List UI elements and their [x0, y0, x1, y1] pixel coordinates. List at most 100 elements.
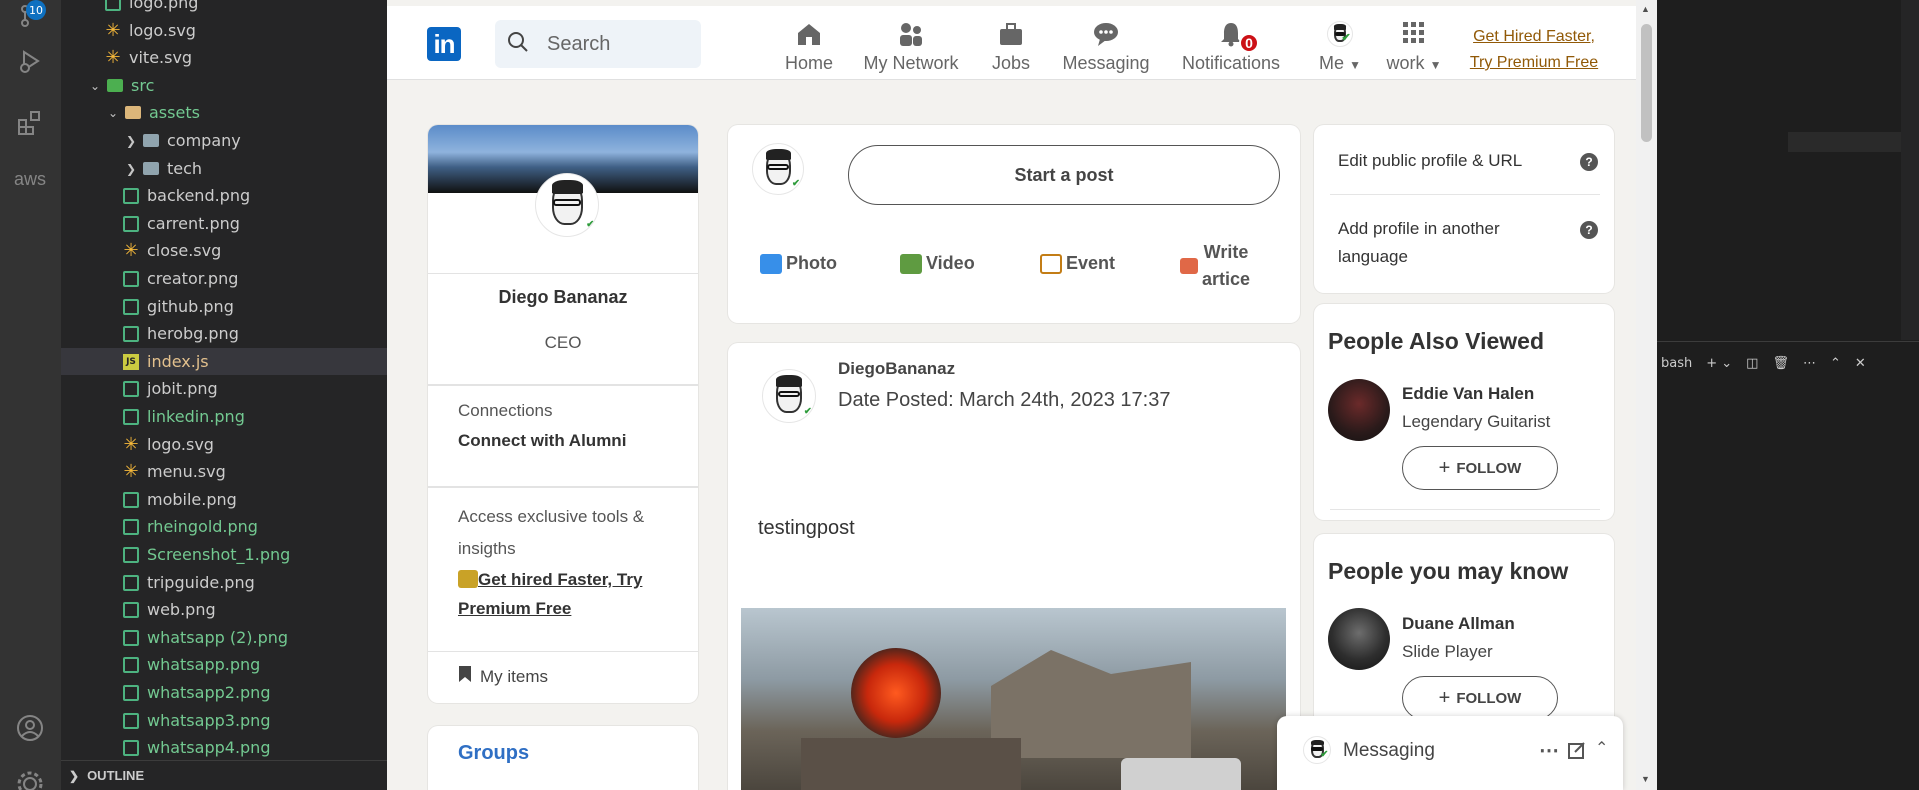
image-file-icon — [123, 629, 139, 646]
js-file-icon: JS — [123, 353, 139, 370]
linkedin-logo[interactable]: in — [427, 27, 461, 61]
file-item[interactable]: ✳ logo.svg — [61, 17, 387, 44]
premium-cta-link[interactable]: Get hired Faster, Try Premium Free — [458, 565, 683, 623]
file-item[interactable]: jobit.png — [61, 375, 387, 402]
edit-public-profile-link[interactable]: Edit public profile & URL — [1338, 151, 1522, 171]
follow-button[interactable]: + FOLLOW — [1402, 446, 1558, 490]
source-control-icon[interactable]: 10 — [14, 0, 46, 32]
file-item[interactable]: whatsapp4.png — [61, 734, 387, 761]
file-item[interactable]: whatsapp.png — [61, 651, 387, 678]
post-image[interactable] — [741, 608, 1286, 790]
file-item[interactable]: whatsapp (2).png — [61, 624, 387, 651]
nav-work[interactable]: work ▼ — [1379, 18, 1449, 74]
compose-icon[interactable] — [1567, 740, 1587, 765]
svg-file-icon: ✳ — [123, 239, 139, 261]
profile-avatar[interactable]: ✔ — [535, 173, 599, 237]
search-box[interactable] — [495, 20, 701, 68]
my-items-link[interactable]: My items — [458, 665, 548, 688]
write-article-button[interactable]: Write artice — [1180, 239, 1250, 293]
trash-icon[interactable]: 🗑 — [1772, 356, 1789, 371]
nav-home[interactable]: Home — [769, 18, 849, 74]
post-author-avatar[interactable]: ✔ — [762, 369, 816, 423]
add-profile-language-link[interactable]: Add profile in another language — [1338, 215, 1548, 271]
folder-item[interactable]: ⌄ assets — [61, 99, 387, 126]
file-item[interactable]: ✳ logo.svg — [61, 431, 387, 458]
file-item[interactable]: tripguide.png — [61, 569, 387, 596]
help-icon[interactable]: ? — [1580, 153, 1598, 171]
nav-messaging[interactable]: Messaging — [1051, 18, 1161, 74]
tree-item-label: Screenshot_1.png — [147, 545, 291, 564]
scroll-up-arrow-icon[interactable]: ▲ — [1641, 4, 1650, 14]
nav-notifications[interactable]: Notifications — [1171, 18, 1291, 74]
pav-person-name[interactable]: Eddie Van Halen — [1402, 384, 1534, 404]
more-options-icon[interactable]: ⋯ — [1539, 738, 1559, 763]
more-actions-icon[interactable]: ⋯ — [1803, 356, 1816, 371]
groups-link[interactable]: Groups — [458, 742, 529, 765]
duane-allman-photo[interactable] — [1328, 608, 1390, 670]
file-item[interactable]: mobile.png — [61, 486, 387, 513]
file-item[interactable]: rheingold.png — [61, 513, 387, 540]
aws-icon[interactable]: aws — [14, 163, 46, 195]
file-item[interactable]: linkedin.png — [61, 403, 387, 430]
settings-gear-icon[interactable] — [14, 768, 46, 790]
file-item[interactable]: ✳ menu.svg — [61, 458, 387, 485]
caret-down-icon: ▼ — [1429, 58, 1442, 72]
chevron-up-icon[interactable]: ⌃ — [1595, 738, 1608, 758]
source-control-badge: 10 — [26, 0, 46, 20]
folder-icon — [143, 162, 159, 175]
editor-minimap[interactable] — [1901, 0, 1919, 340]
nav-me[interactable]: ✔ Me ▼ — [1307, 18, 1373, 74]
maximize-panel-icon[interactable]: ⌃ — [1830, 356, 1841, 371]
nav-jobs[interactable]: Jobs — [981, 18, 1041, 74]
new-terminal-plus-icon[interactable]: + ⌄ — [1706, 356, 1732, 371]
photo-button[interactable]: Photo — [760, 253, 837, 274]
terminal-shell-label[interactable]: bash — [1661, 356, 1692, 371]
image-file-icon — [123, 739, 139, 756]
split-terminal-icon[interactable]: ◫ — [1746, 356, 1758, 371]
event-button[interactable]: Event — [1040, 253, 1115, 274]
file-item[interactable]: ✳ close.svg — [61, 237, 387, 264]
file-item[interactable]: ✳ vite.svg — [61, 44, 387, 71]
eddie-van-halen-photo[interactable] — [1328, 379, 1390, 441]
file-item[interactable]: creator.png — [61, 265, 387, 292]
file-item[interactable]: Screenshot_1.png — [61, 541, 387, 568]
file-item[interactable]: herobg.png — [61, 320, 387, 347]
account-icon[interactable] — [14, 712, 46, 744]
folder-item[interactable]: ❯ company — [61, 127, 387, 154]
tree-item-label: backend.png — [147, 186, 251, 205]
pymk-person-name[interactable]: Duane Allman — [1402, 614, 1515, 634]
nav-my-network-label: My Network — [863, 53, 959, 73]
post-author-name[interactable]: DiegoBananaz — [838, 359, 955, 379]
follow-button[interactable]: + FOLLOW — [1402, 676, 1558, 720]
help-icon[interactable]: ? — [1580, 221, 1598, 239]
nav-my-network[interactable]: My Network — [851, 18, 971, 74]
scroll-down-arrow-icon[interactable]: ▼ — [1641, 774, 1650, 784]
chevron-right-icon: ❯ — [125, 133, 137, 148]
file-item[interactable]: JS index.js — [61, 348, 387, 375]
connect-with-alumni-link[interactable]: Connect with Alumni — [458, 431, 626, 451]
scrollbar-thumb[interactable] — [1641, 24, 1652, 142]
search-input[interactable] — [547, 32, 687, 56]
messaging-dock[interactable]: ✔ Messaging ⋯ ⌃ — [1277, 716, 1623, 790]
folder-item[interactable]: ⌄ src — [61, 72, 387, 99]
start-post-button[interactable]: Start a post — [848, 145, 1280, 205]
file-item[interactable]: whatsapp3.png — [61, 707, 387, 734]
outline-section[interactable]: ❯ OUTLINE — [61, 760, 387, 790]
browser-scrollbar[interactable]: ▲ ▼ — [1636, 0, 1657, 790]
try-premium-link[interactable]: Get Hired Faster, Try Premium Free — [1467, 24, 1601, 76]
close-panel-icon[interactable]: ✕ — [1855, 356, 1866, 371]
tree-item-label: carrent.png — [147, 214, 240, 233]
file-item[interactable]: carrent.png — [61, 210, 387, 237]
profile-name[interactable]: Diego Bananaz — [428, 287, 698, 308]
file-item[interactable]: whatsapp2.png — [61, 679, 387, 706]
file-item[interactable]: github.png — [61, 293, 387, 320]
file-item[interactable]: logo.png — [61, 0, 387, 16]
messaging-avatar: ✔ — [1303, 736, 1331, 764]
folder-item[interactable]: ❯ tech — [61, 155, 387, 182]
video-button[interactable]: Video — [900, 253, 975, 274]
extensions-icon[interactable] — [14, 107, 46, 139]
run-debug-icon[interactable] — [14, 45, 46, 77]
file-item[interactable]: backend.png — [61, 182, 387, 209]
tree-item-label: mobile.png — [147, 490, 237, 509]
file-item[interactable]: web.png — [61, 596, 387, 623]
